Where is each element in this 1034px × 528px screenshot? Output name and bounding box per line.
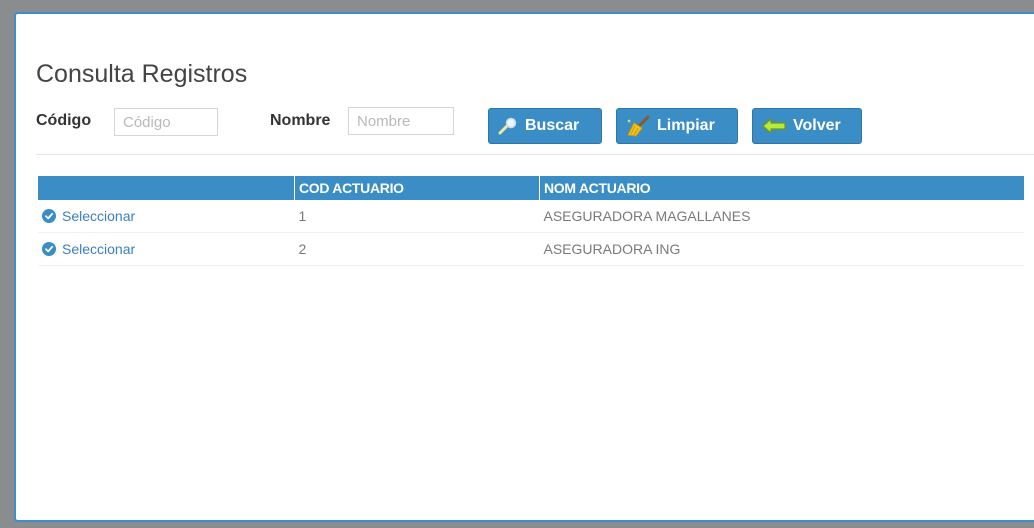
- seleccionar-link[interactable]: Seleccionar: [42, 241, 291, 257]
- row-action-cell: Seleccionar: [38, 232, 295, 266]
- codigo-input[interactable]: [114, 108, 218, 136]
- row-action-cell: Seleccionar: [38, 200, 295, 233]
- table-row: Seleccionar 1 ASEGURADORA MAGALLANES: [38, 200, 1024, 233]
- volver-button[interactable]: Volver: [752, 108, 862, 144]
- seleccionar-label: Seleccionar: [62, 208, 136, 224]
- nom-actuario-cell: ASEGURADORA MAGALLANES: [539, 200, 1024, 233]
- back-arrow-icon: [761, 117, 787, 135]
- broom-icon: [625, 115, 651, 137]
- buscar-label: Buscar: [525, 117, 580, 134]
- page-title: Consulta Registros: [36, 60, 248, 88]
- col-header-nom-actuario[interactable]: NOM ACTUARIO: [539, 176, 1024, 200]
- main-panel: Consulta Registros Código Nombre Buscar …: [14, 12, 1034, 522]
- table-header-row: COD ACTUARIO NOM ACTUARIO: [38, 176, 1024, 200]
- codigo-label: Código: [36, 112, 92, 129]
- limpiar-label: Limpiar: [657, 117, 715, 134]
- nom-actuario-cell: ASEGURADORA ING: [539, 232, 1024, 266]
- volver-label: Volver: [793, 117, 841, 134]
- results-table: COD ACTUARIO NOM ACTUARIO Seleccionar 1 …: [38, 176, 1024, 266]
- check-circle-icon: [42, 242, 56, 256]
- table-row: Seleccionar 2 ASEGURADORA ING: [38, 232, 1024, 266]
- search-icon: [497, 116, 519, 136]
- col-header-action: [38, 176, 295, 200]
- nombre-input[interactable]: [348, 107, 454, 135]
- divider: [36, 154, 1034, 155]
- seleccionar-label: Seleccionar: [62, 241, 136, 257]
- seleccionar-link[interactable]: Seleccionar: [42, 208, 291, 224]
- buscar-button[interactable]: Buscar: [488, 108, 602, 144]
- cod-actuario-cell: 1: [294, 200, 540, 233]
- cod-actuario-cell: 2: [294, 232, 540, 266]
- check-circle-icon: [42, 209, 56, 223]
- limpiar-button[interactable]: Limpiar: [616, 108, 738, 144]
- nombre-label: Nombre: [270, 112, 331, 129]
- col-header-cod-actuario[interactable]: COD ACTUARIO: [294, 176, 540, 200]
